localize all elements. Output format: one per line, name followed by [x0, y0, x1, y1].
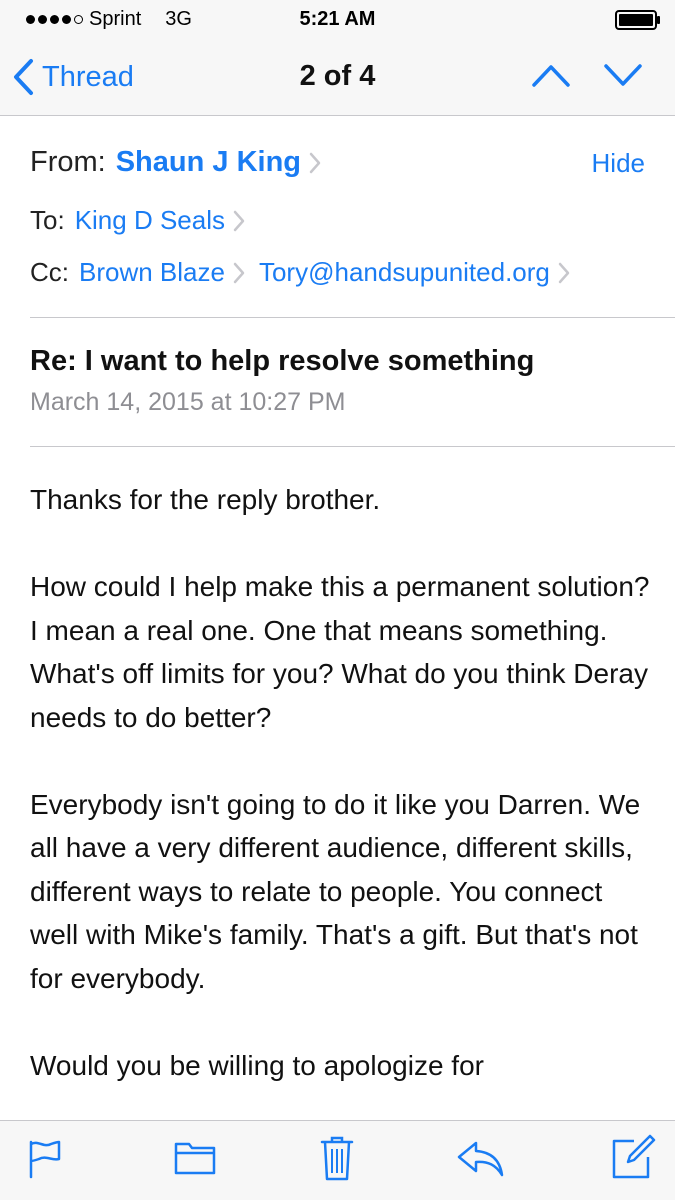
body-paragraph: Would you be willing to apologize for: [30, 1049, 484, 1081]
from-label: From:: [30, 146, 106, 178]
back-button-label: Thread: [42, 60, 134, 93]
next-message-button[interactable]: [602, 60, 644, 90]
battery-icon: [615, 10, 660, 30]
message-body: Thanks for the reply brother. How could …: [30, 478, 650, 1131]
divider: [30, 317, 675, 318]
trash-icon[interactable]: [320, 1135, 354, 1181]
sender-name[interactable]: Shaun J King: [116, 146, 301, 179]
from-row: From: Shaun J King: [30, 146, 335, 179]
navigation-bar: Thread 2 of 4: [0, 40, 675, 116]
status-bar: Sprint 3G 5:21 AM: [0, 0, 675, 40]
back-button[interactable]: Thread: [12, 58, 134, 96]
hide-details-button[interactable]: Hide: [592, 148, 645, 179]
cc-recipient-2[interactable]: Tory@handsupunited.org: [259, 257, 550, 288]
folder-icon[interactable]: [174, 1139, 216, 1175]
chevron-right-icon: [233, 262, 245, 283]
message-date: March 14, 2015 at 10:27 PM: [30, 388, 346, 416]
bottom-toolbar: [0, 1120, 675, 1200]
body-paragraph: How could I help make this a permanent s…: [30, 571, 650, 733]
to-row: To: King D Seals: [30, 205, 259, 236]
clock: 5:21 AM: [299, 8, 376, 30]
chevron-right-icon: [309, 152, 321, 173]
compose-icon[interactable]: [610, 1133, 656, 1181]
previous-message-button[interactable]: [530, 60, 572, 90]
body-paragraph: Everybody isn't going to do it like you …: [30, 788, 641, 994]
to-label: To:: [30, 205, 65, 235]
chevron-right-icon: [558, 262, 570, 283]
body-paragraph: Thanks for the reply brother.: [30, 484, 381, 515]
recipient-name[interactable]: King D Seals: [75, 205, 225, 236]
flag-icon[interactable]: [28, 1139, 62, 1179]
cc-label: Cc:: [30, 257, 69, 287]
cc-row: Cc: Brown Blaze Tory@handsupunited.org: [30, 257, 584, 288]
reply-icon[interactable]: [456, 1139, 504, 1179]
chevron-left-icon: [14, 59, 33, 95]
chevron-right-icon: [233, 210, 245, 231]
cc-recipient-1[interactable]: Brown Blaze: [79, 257, 225, 288]
divider: [30, 446, 675, 447]
message-subject: Re: I want to help resolve something: [30, 345, 535, 377]
